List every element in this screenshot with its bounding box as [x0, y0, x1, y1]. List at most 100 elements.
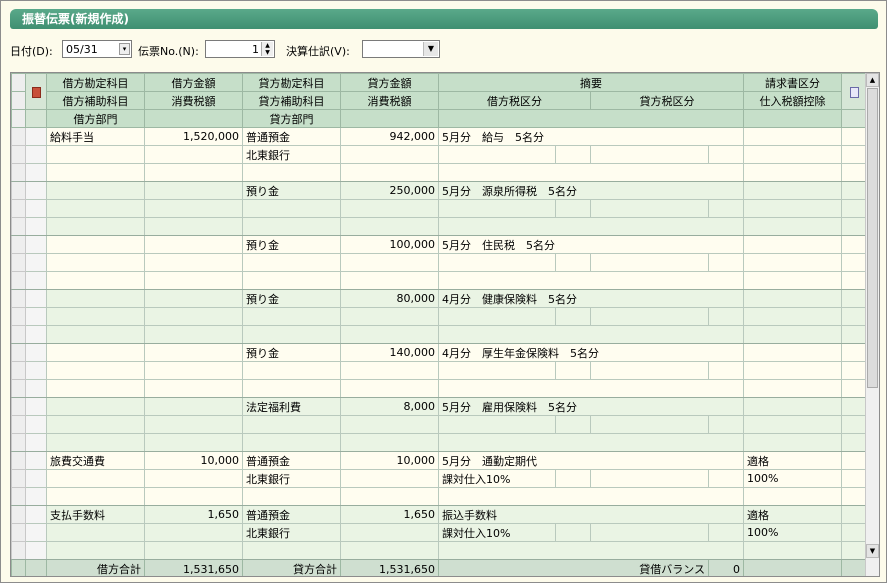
debit-dept-cell[interactable]	[46, 379, 145, 398]
debit-dept-cell[interactable]	[46, 217, 145, 236]
credit-amount-cell[interactable]: 80,000	[340, 289, 439, 308]
credit-sub-cell[interactable]	[242, 253, 341, 272]
credit-dept-cell[interactable]	[242, 217, 341, 236]
memo-cell[interactable]: 5月分 雇用保険料 5名分	[438, 397, 744, 416]
table-row[interactable]	[11, 325, 868, 344]
table-row[interactable]: 預り金 140,000 4月分 厚生年金保険料 5名分	[11, 343, 868, 362]
credit-dept-cell[interactable]	[242, 433, 341, 452]
memo-icon[interactable]	[850, 86, 859, 98]
chevron-down-icon[interactable]: ▼	[423, 42, 438, 56]
table-row[interactable]: 預り金 250,000 5月分 源泉所得税 5名分	[11, 181, 868, 200]
debit-tax-amt-cell[interactable]	[144, 523, 243, 542]
debit-sub-cell[interactable]	[46, 415, 145, 434]
debit-tax-class-cell[interactable]: 課対仕入10%	[438, 469, 556, 488]
table-row[interactable]	[11, 487, 868, 506]
credit-tax-amt-cell[interactable]	[340, 253, 439, 272]
credit-sub-cell[interactable]	[242, 415, 341, 434]
debit-account-cell[interactable]	[46, 235, 145, 254]
scroll-thumb[interactable]	[867, 88, 878, 388]
debit-dept-cell[interactable]	[46, 325, 145, 344]
table-row[interactable]	[11, 361, 868, 380]
credit-amount-cell[interactable]: 140,000	[340, 343, 439, 362]
closing-entry-select[interactable]: ▼	[362, 40, 440, 58]
credit-account-cell[interactable]: 普通預金	[242, 127, 341, 146]
spinner-icon[interactable]: ▲ ▼	[261, 42, 273, 56]
debit-tax-class-cell[interactable]: 課対仕入10%	[438, 523, 556, 542]
debit-tax-amt-cell[interactable]	[144, 253, 243, 272]
debit-tax-amt-cell[interactable]	[144, 199, 243, 218]
credit-account-cell[interactable]: 法定福利費	[242, 397, 341, 416]
credit-account-cell[interactable]: 預り金	[242, 235, 341, 254]
debit-tax-class-cell[interactable]	[438, 307, 556, 326]
debit-tax-amt-cell[interactable]	[144, 361, 243, 380]
memo-cell[interactable]: 5月分 給与 5名分	[438, 127, 744, 146]
credit-sub-cell[interactable]: 北東銀行	[242, 145, 341, 164]
credit-tax-class-cell[interactable]	[590, 361, 709, 380]
debit-sub-cell[interactable]	[46, 307, 145, 326]
table-row[interactable]	[11, 217, 868, 236]
debit-dept-cell[interactable]	[46, 433, 145, 452]
credit-tax-class-cell[interactable]	[590, 199, 709, 218]
credit-tax-amt-cell[interactable]	[340, 145, 439, 164]
credit-amount-cell[interactable]: 250,000	[340, 181, 439, 200]
credit-account-cell[interactable]: 普通預金	[242, 451, 341, 470]
debit-account-cell[interactable]: 旅費交通費	[46, 451, 145, 470]
credit-amount-cell[interactable]: 1,650	[340, 505, 439, 524]
table-row[interactable]: 北東銀行 課対仕入10% 100%	[11, 523, 868, 542]
debit-dept-cell[interactable]	[46, 487, 145, 506]
debit-amount-cell[interactable]: 1,650	[144, 505, 243, 524]
credit-dept-cell[interactable]	[242, 487, 341, 506]
memo-cell[interactable]: 振込手数料	[438, 505, 744, 524]
table-row[interactable]: 預り金 80,000 4月分 健康保険料 5名分	[11, 289, 868, 308]
invoice-cell[interactable]	[743, 127, 842, 146]
invoice-cell[interactable]: 適格	[743, 505, 842, 524]
credit-dept-cell[interactable]	[242, 325, 341, 344]
credit-tax-class-cell[interactable]	[590, 253, 709, 272]
slip-no-input[interactable]: 1 ▲ ▼	[205, 40, 275, 58]
debit-tax-amt-cell[interactable]	[144, 415, 243, 434]
debit-dept-cell[interactable]	[46, 163, 145, 182]
table-row[interactable]	[11, 253, 868, 272]
memo-cell[interactable]: 5月分 住民税 5名分	[438, 235, 744, 254]
table-row[interactable]: 北東銀行	[11, 145, 868, 164]
credit-sub-cell[interactable]: 北東銀行	[242, 469, 341, 488]
memo-cell[interactable]: 5月分 源泉所得税 5名分	[438, 181, 744, 200]
debit-amount-cell[interactable]: 1,520,000	[144, 127, 243, 146]
debit-tax-class-cell[interactable]	[438, 361, 556, 380]
table-row[interactable]	[11, 541, 868, 560]
credit-amount-cell[interactable]: 8,000	[340, 397, 439, 416]
table-row[interactable]	[11, 271, 868, 290]
calendar-dropdown-icon[interactable]: ▾	[119, 43, 130, 55]
debit-account-cell[interactable]	[46, 397, 145, 416]
deduction-cell[interactable]	[743, 415, 842, 434]
invoice-cell[interactable]: 適格	[743, 451, 842, 470]
memo-cell[interactable]: 4月分 健康保険料 5名分	[438, 289, 744, 308]
credit-amount-cell[interactable]: 100,000	[340, 235, 439, 254]
credit-tax-amt-cell[interactable]	[340, 415, 439, 434]
credit-dept-cell[interactable]	[242, 379, 341, 398]
credit-tax-amt-cell[interactable]	[340, 469, 439, 488]
credit-account-cell[interactable]: 普通預金	[242, 505, 341, 524]
debit-tax-amt-cell[interactable]	[144, 307, 243, 326]
credit-tax-amt-cell[interactable]	[340, 523, 439, 542]
debit-account-cell[interactable]: 支払手数料	[46, 505, 145, 524]
table-row[interactable]: 給料手当 1,520,000 普通預金 942,000 5月分 給与 5名分	[11, 127, 868, 146]
credit-tax-amt-cell[interactable]	[340, 199, 439, 218]
credit-dept-cell[interactable]	[242, 163, 341, 182]
deduction-cell[interactable]	[743, 361, 842, 380]
debit-tax-class-cell[interactable]	[438, 415, 556, 434]
table-row[interactable]	[11, 199, 868, 218]
credit-tax-class-cell[interactable]	[590, 523, 709, 542]
debit-dept-cell[interactable]	[46, 541, 145, 560]
debit-amount-cell[interactable]	[144, 397, 243, 416]
deduction-cell[interactable]: 100%	[743, 523, 842, 542]
credit-tax-amt-cell[interactable]	[340, 307, 439, 326]
debit-sub-cell[interactable]	[46, 523, 145, 542]
table-row[interactable]: 旅費交通費 10,000 普通預金 10,000 5月分 通勤定期代 適格	[11, 451, 868, 470]
debit-tax-amt-cell[interactable]	[144, 145, 243, 164]
memo-cell[interactable]: 4月分 厚生年金保険料 5名分	[438, 343, 744, 362]
debit-dept-cell[interactable]	[46, 271, 145, 290]
table-row[interactable]: 北東銀行 課対仕入10% 100%	[11, 469, 868, 488]
invoice-cell[interactable]	[743, 289, 842, 308]
debit-sub-cell[interactable]	[46, 253, 145, 272]
